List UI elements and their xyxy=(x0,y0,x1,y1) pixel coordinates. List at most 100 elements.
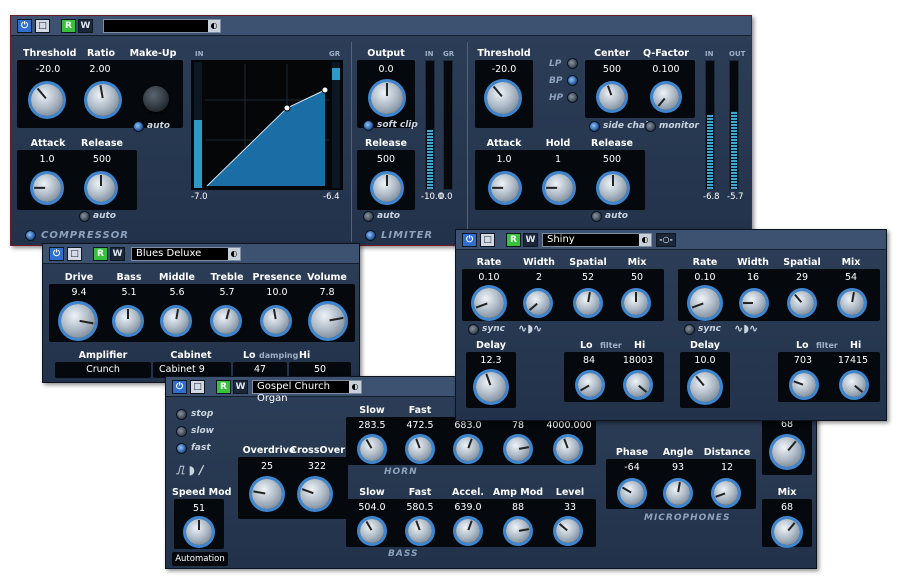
right-delay-value[interactable]: 10.0 xyxy=(680,355,730,366)
gate-release-value[interactable]: 500 xyxy=(587,154,637,165)
left-rate-value[interactable]: 0.10 xyxy=(466,272,512,283)
bass-ampmod-value[interactable]: 88 xyxy=(496,502,540,513)
amp-bass-value[interactable]: 5.1 xyxy=(105,287,153,298)
mic-distance-knob[interactable] xyxy=(714,481,738,505)
right-filter-hi-knob[interactable] xyxy=(842,373,866,397)
horn-accel-value[interactable]: 683.0 xyxy=(446,420,490,431)
left-waveform-switch-icon[interactable]: ∿◗∿ xyxy=(518,322,542,335)
amp-volume-value[interactable]: 7.8 xyxy=(303,287,351,298)
right-width-value[interactable]: 16 xyxy=(730,272,776,283)
amp-preset-menu-icon[interactable]: ◐ xyxy=(228,248,240,260)
speed-mod-knob[interactable] xyxy=(186,519,212,545)
qfactor-knob[interactable] xyxy=(653,84,679,110)
bass-ampmod-knob[interactable] xyxy=(506,519,530,543)
bass-level-knob[interactable] xyxy=(556,519,580,543)
crossover-value[interactable]: 322 xyxy=(292,461,342,472)
overdrive-value[interactable]: 25 xyxy=(242,461,292,472)
limiter-release-value[interactable]: 500 xyxy=(361,154,411,165)
amp-middle-knob[interactable] xyxy=(163,308,189,334)
chorus-preset-field[interactable]: Shiny ◐ xyxy=(542,233,652,247)
amplifier-select[interactable]: Crunch xyxy=(55,362,151,378)
read-button[interactable]: R xyxy=(61,19,76,33)
horn-level-value[interactable]: 4000.000 xyxy=(544,420,594,431)
filter-hp-led[interactable] xyxy=(567,92,578,103)
bass-level-value[interactable]: 33 xyxy=(548,502,592,513)
horn-slow-knob[interactable] xyxy=(360,437,384,461)
ratio-value[interactable]: 2.00 xyxy=(79,64,121,75)
bass-accel-value[interactable]: 639.0 xyxy=(446,502,490,513)
rotary-write-button[interactable]: W xyxy=(233,380,248,394)
right-filter-hi-value[interactable]: 17415 xyxy=(828,355,878,366)
horn-level-knob[interactable] xyxy=(556,437,580,461)
right-spatial-knob[interactable] xyxy=(790,291,814,315)
amp-middle-value[interactable]: 5.6 xyxy=(153,287,201,298)
mix-knob[interactable] xyxy=(774,519,800,545)
left-width-value[interactable]: 2 xyxy=(516,272,562,283)
crossover-knob[interactable] xyxy=(300,479,330,509)
compressor-enable-led[interactable] xyxy=(25,230,36,241)
center-knob[interactable] xyxy=(599,84,625,110)
right-rate-value[interactable]: 0.10 xyxy=(682,272,728,283)
right-filter-lo-value[interactable]: 703 xyxy=(780,355,826,366)
overdrive-knob[interactable] xyxy=(252,479,282,509)
gate-auto-led[interactable] xyxy=(591,211,602,222)
release-knob[interactable] xyxy=(87,174,115,202)
chorus-preset-menu-icon[interactable]: ◐ xyxy=(639,234,651,246)
chorus-bypass-button[interactable]: □ xyxy=(480,233,495,247)
write-button[interactable]: W xyxy=(78,19,93,33)
limiter-enable-led[interactable] xyxy=(365,230,376,241)
left-mix-value[interactable]: 50 xyxy=(614,272,660,283)
amp-bypass-button[interactable]: □ xyxy=(67,247,82,261)
horn-ampmod-knob[interactable] xyxy=(506,437,530,461)
amp-treble-value[interactable]: 5.7 xyxy=(203,287,251,298)
threshold-knob[interactable] xyxy=(31,84,63,116)
bypass-button[interactable]: □ xyxy=(35,19,50,33)
mic-phase-knob[interactable] xyxy=(620,481,644,505)
left-mix-knob[interactable] xyxy=(624,291,648,315)
mix-value[interactable]: 68 xyxy=(762,502,812,513)
mic-phase-value[interactable]: -64 xyxy=(610,462,654,473)
amp-drive-knob[interactable] xyxy=(61,304,95,338)
rotary-preset-field[interactable]: Gospel Church Organ ◐ xyxy=(252,380,362,404)
right-width-knob[interactable] xyxy=(742,291,766,315)
horn-fast-knob[interactable] xyxy=(408,437,432,461)
amp-power-button[interactable]: ⏻ xyxy=(49,247,64,261)
rotary-read-button[interactable]: R xyxy=(216,380,231,394)
rotary-bypass-button[interactable]: □ xyxy=(190,380,205,394)
amp-treble-knob[interactable] xyxy=(213,308,239,334)
preset-menu-icon[interactable]: ◐ xyxy=(208,20,220,32)
right-sync-led[interactable] xyxy=(684,324,695,335)
speed-slow-led[interactable] xyxy=(176,426,187,437)
amp-bass-knob[interactable] xyxy=(115,308,141,334)
mic-distance-value[interactable]: 12 xyxy=(704,462,750,473)
mic-angle-knob[interactable] xyxy=(666,481,690,505)
amp-read-button[interactable]: R xyxy=(93,247,108,261)
left-sync-led[interactable] xyxy=(468,324,479,335)
automation-button[interactable]: Automation xyxy=(172,552,228,566)
right-waveform-switch-icon[interactable]: ∿◗∿ xyxy=(734,322,758,335)
attack-value[interactable]: 1.0 xyxy=(23,154,71,165)
left-rate-knob[interactable] xyxy=(474,288,504,318)
left-spatial-knob[interactable] xyxy=(576,291,600,315)
gate-threshold-knob[interactable] xyxy=(487,82,519,114)
qfactor-value[interactable]: 0.100 xyxy=(641,64,691,75)
horn-accel-knob[interactable] xyxy=(456,437,480,461)
right-delay-knob[interactable] xyxy=(690,372,720,402)
left-filter-hi-value[interactable]: 18003 xyxy=(614,355,662,366)
amp-volume-knob[interactable] xyxy=(311,304,345,338)
filter-lp-led[interactable] xyxy=(567,58,578,69)
chorus-write-button[interactable]: W xyxy=(523,233,538,247)
amp-drive-value[interactable]: 9.4 xyxy=(55,287,103,298)
gate-hold-knob[interactable] xyxy=(545,174,573,202)
rotary-power-button[interactable]: ⏻ xyxy=(172,380,187,394)
speed-stop-led[interactable] xyxy=(176,409,187,420)
chorus-link-button[interactable]: -○- xyxy=(656,233,676,247)
right-mix-value[interactable]: 54 xyxy=(828,272,874,283)
right-rate-knob[interactable] xyxy=(690,288,720,318)
side-chain-led[interactable] xyxy=(589,121,600,132)
horn-ampmod-value[interactable]: 78 xyxy=(496,420,540,431)
monitor-led[interactable] xyxy=(645,121,656,132)
output-value[interactable]: 0.0 xyxy=(361,64,411,75)
release-auto-led[interactable] xyxy=(79,211,90,222)
filter-bp-led[interactable] xyxy=(567,75,578,86)
